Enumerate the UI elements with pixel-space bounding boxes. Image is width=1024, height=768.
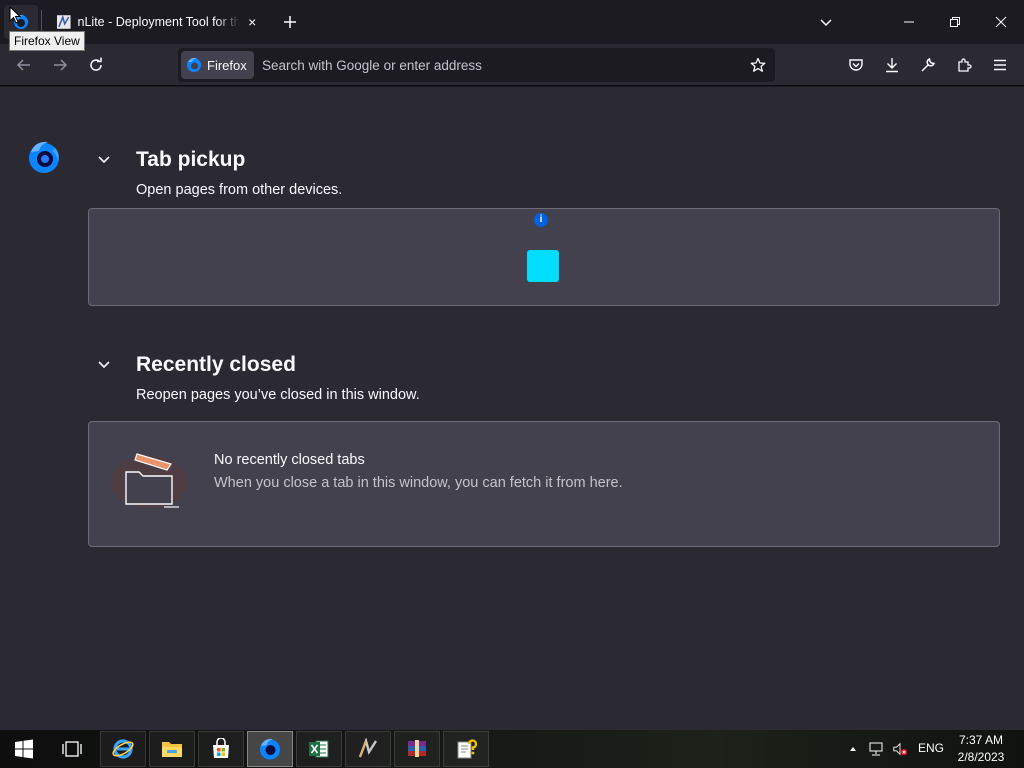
tab-bar: nLite - Deployment Tool for the × [0,0,1024,44]
show-hidden-icons-button[interactable] [845,741,861,757]
pocket-button[interactable] [840,49,872,81]
windows-logo-icon [15,739,33,759]
empty-state-title: No recently closed tabs [214,452,365,468]
clock-date: 2/8/2023 [957,750,1005,764]
identity-box[interactable]: Firefox [181,51,254,79]
plus-icon [284,16,296,28]
firefox-brand-icon [29,141,59,173]
extensions-icon [958,58,972,72]
chevron-down-icon [98,361,110,369]
taskbar-firefox[interactable] [247,731,293,767]
taskbar-nlite[interactable] [345,731,391,767]
app-menu-button[interactable] [984,49,1016,81]
minimize-icon [904,21,914,23]
tab-close-icon[interactable]: × [244,14,260,30]
recently-closed-description: Reopen pages you’ve closed in this windo… [136,387,420,403]
system-clock[interactable]: 7:37 AM 2/8/2023 [950,732,1012,766]
restore-icon [950,17,960,27]
forward-arrow-icon [54,59,68,71]
task-view-icon [62,741,82,757]
help-icon [457,739,477,759]
back-button[interactable] [8,49,40,81]
taskbar-winrar[interactable] [394,731,440,767]
new-tab-button[interactable] [278,10,302,34]
nlite-icon [358,738,378,758]
reload-icon [90,57,102,71]
nlite-favicon-icon [56,14,71,29]
recently-closed-card: No recently closed tabs When you close a… [88,421,1000,547]
address-input[interactable] [262,55,732,75]
tab-pickup-card: i [88,208,1000,306]
taskbar-internet-explorer[interactable] [100,731,146,767]
star-icon [750,57,766,72]
chevron-down-icon [820,19,832,27]
restore-button[interactable] [932,0,978,44]
taskbar-excel[interactable] [296,731,342,767]
empty-folder-illustration-icon [111,453,187,508]
empty-state-description: When you close a tab in this window, you… [214,475,623,491]
firefox-icon [260,738,280,760]
winrar-icon [408,740,426,757]
loading-indicator [527,250,559,282]
task-view-button[interactable] [50,730,94,768]
chevron-up-icon [850,747,856,751]
firefox-logo-icon [187,57,201,72]
downloads-button[interactable] [876,49,908,81]
chevron-down-icon [98,156,110,164]
taskbar-help[interactable] [443,731,489,767]
network-tray-button[interactable] [868,741,884,757]
mouse-cursor-icon [9,6,21,24]
file-explorer-icon [162,742,182,757]
tab-pickup-title: Tab pickup [136,148,246,171]
firefox-view-tooltip: Firefox View [9,31,85,51]
firefox-view-page: Tab pickup Open pages from other devices… [0,87,1024,730]
list-all-tabs-button[interactable] [814,10,838,34]
developer-tools-button[interactable] [912,49,944,81]
network-icon [869,742,883,756]
pocket-icon [849,59,863,71]
extensions-button[interactable] [948,49,980,81]
reload-button[interactable] [80,49,112,81]
forward-button[interactable] [44,49,76,81]
windows-taskbar: ENG 7:37 AM 2/8/2023 [0,730,1024,768]
store-icon [213,738,229,758]
minimize-button[interactable] [886,0,932,44]
clock-time: 7:37 AM [958,733,1004,747]
excel-icon [309,740,329,758]
volume-tray-button[interactable] [892,741,908,757]
menu-icon [994,59,1006,71]
url-bar[interactable]: Firefox [178,48,775,82]
recently-closed-title: Recently closed [136,353,296,376]
downloads-icon [886,58,898,73]
tab-pickup-collapse-toggle[interactable] [93,148,115,170]
close-window-button[interactable] [978,0,1024,44]
taskbar-file-explorer[interactable] [149,731,195,767]
navigation-toolbar: Firefox [0,44,1024,86]
start-button[interactable] [0,730,48,768]
recently-closed-collapse-toggle[interactable] [93,353,115,375]
input-language-indicator[interactable]: ENG [918,741,944,755]
wrench-icon [921,57,936,72]
bookmark-star-button[interactable] [746,53,770,77]
taskbar-store[interactable] [198,731,244,767]
tab-pickup-description: Open pages from other devices. [136,182,343,198]
tab-title: nLite - Deployment Tool for the [77,15,241,29]
back-arrow-icon [16,59,30,71]
identity-label: Firefox [207,57,247,73]
close-icon [995,16,1007,28]
internet-explorer-icon [112,739,134,759]
info-icon: i [534,213,548,227]
volume-muted-icon [893,742,908,756]
